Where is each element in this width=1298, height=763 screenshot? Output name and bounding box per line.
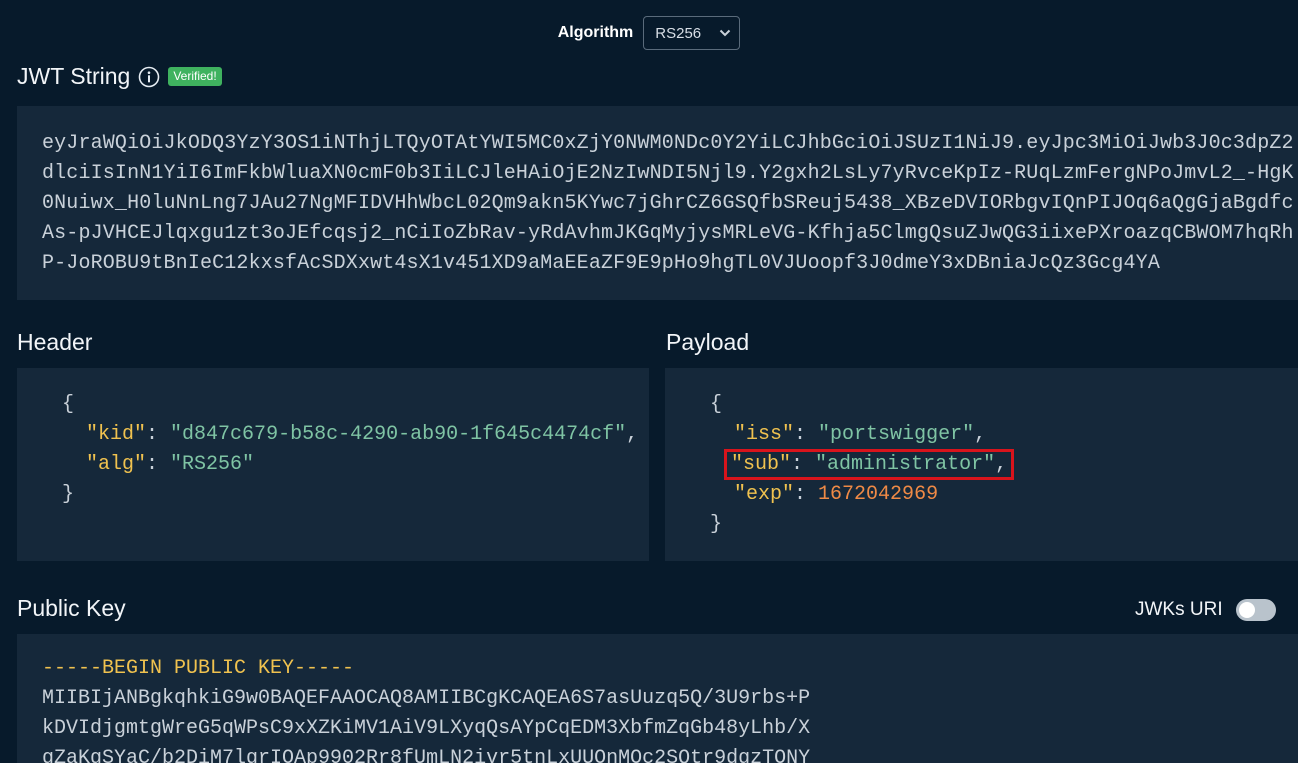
info-circle-icon[interactable]	[138, 66, 160, 88]
jwt-string-title: JWT String	[17, 63, 131, 89]
jwks-uri-control: JWKs URI	[1135, 599, 1276, 621]
jwt-string-heading: JWT String Verified!	[17, 63, 222, 90]
jwt-line: P-JoROBU9tBnIeC12kxsfAcSDXxwt4sX1v451XD9…	[42, 252, 1160, 275]
json-close-brace: }	[62, 483, 75, 506]
header-title: Header	[17, 329, 93, 355]
json-close-brace: }	[710, 513, 723, 536]
payload-title: Payload	[666, 329, 750, 355]
json-key-sub: "sub"	[731, 453, 792, 476]
public-key-title: Public Key	[17, 595, 126, 621]
algorithm-selected-value: RS256	[655, 24, 702, 42]
payload-panel[interactable]: { "iss": "portswigger", "sub": "administ…	[665, 368, 1298, 561]
json-value-kid: "d847c679-b58c-4290-ab90-1f645c4474cf"	[170, 423, 627, 446]
jwt-debugger-page: Algorithm RS256 JWT String Verified! eyJ…	[0, 0, 1298, 763]
public-key-begin-line: -----BEGIN PUBLIC KEY-----	[42, 657, 355, 680]
json-open-brace: {	[710, 393, 723, 416]
header-json[interactable]: { "kid": "d847c679-b58c-4290-ab90-1f645c…	[62, 390, 638, 510]
json-value-exp: 1672042969	[818, 483, 939, 506]
algorithm-label: Algorithm	[557, 24, 634, 41]
jwt-string-panel[interactable]: eyJraWQiOiJkODQ3YzY3OS1iNThjLTQyOTAtYWI5…	[17, 106, 1298, 300]
chevron-down-icon	[720, 29, 731, 37]
json-value-alg: "RS256"	[170, 453, 255, 476]
jwks-uri-label: JWKs URI	[1135, 599, 1223, 620]
public-key-line: gZaKgSYaC/b2DiM7lgrIOAp9902Rr8fUmLN2ivr5…	[42, 747, 811, 763]
json-key-iss: "iss"	[734, 423, 795, 446]
algorithm-bar: Algorithm RS256	[0, 16, 1298, 50]
jwt-line: 0Nuiwx_H0luNnLng7JAu27NgMFIDVHhWbcL02Qm9…	[42, 192, 1294, 215]
jwt-line: dlciIsInN1YiI6ImFkbWluaXN0cmF0b3IiLCJleH…	[42, 162, 1294, 185]
json-open-brace: {	[62, 393, 75, 416]
public-key-line: kDVIdjgmtgWreG5qWPsC9xXZKiMV1AiV9LXyqQsA…	[42, 717, 811, 740]
jwt-line: As-pJVHCEJlqxgu1zt3oJEfcqsj2_nCiIoZbRav-…	[42, 222, 1294, 245]
header-panel[interactable]: { "kid": "d847c679-b58c-4290-ab90-1f645c…	[17, 368, 649, 561]
public-key-text[interactable]: -----BEGIN PUBLIC KEY----- MIIBIjANBgkqh…	[42, 654, 810, 763]
json-value-iss: "portswigger"	[818, 423, 975, 446]
json-value-sub: "administrator"	[815, 453, 996, 476]
jwks-uri-toggle[interactable]	[1235, 599, 1276, 621]
jwt-line: eyJraWQiOiJkODQ3YzY3OS1iNThjLTQyOTAtYWI5…	[42, 132, 1294, 155]
json-key-kid: "kid"	[86, 423, 147, 446]
algorithm-select[interactable]: RS256	[643, 16, 741, 50]
payload-json[interactable]: { "iss": "portswigger", "sub": "administ…	[710, 390, 1015, 540]
public-key-panel[interactable]: -----BEGIN PUBLIC KEY----- MIIBIjANBgkqh…	[17, 634, 1298, 763]
sub-claim-highlight: "sub": "administrator",	[724, 449, 1015, 480]
public-key-line: MIIBIjANBgkqhkiG9w0BAQEFAAOCAQ8AMIIBCgKC…	[42, 687, 811, 710]
jwt-string-text[interactable]: eyJraWQiOiJkODQ3YzY3OS1iNThjLTQyOTAtYWI5…	[42, 129, 1294, 279]
json-key-alg: "alg"	[86, 453, 147, 476]
verified-badge: Verified!	[168, 67, 222, 86]
toggle-knob	[1238, 602, 1255, 618]
json-key-exp: "exp"	[734, 483, 795, 506]
